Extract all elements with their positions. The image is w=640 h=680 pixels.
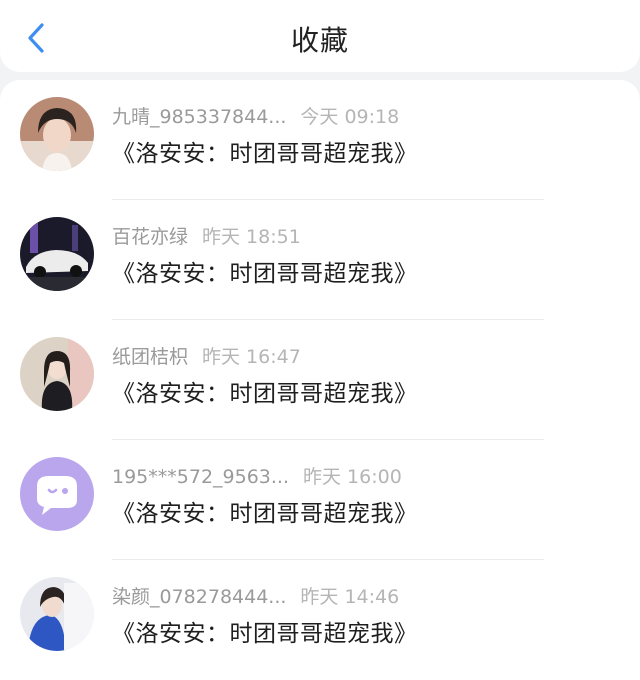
- item-meta: 染颜_078278444... 昨天 14:46: [112, 582, 399, 609]
- winter-photo: [20, 577, 94, 651]
- avatar[interactable]: [20, 577, 94, 651]
- item-meta: 九晴_985337844... 今天 09:18: [112, 102, 399, 129]
- book-title[interactable]: 《洛安安：时团哥哥超宠我》: [112, 254, 418, 288]
- timestamp: 昨天 16:00: [303, 466, 402, 488]
- list-item[interactable]: 195***572_9563... 昨天 16:00 《洛安安：时团哥哥超宠我》: [0, 440, 640, 560]
- top-nav-bar: 收藏: [0, 0, 640, 72]
- timestamp: 昨天 14:46: [300, 586, 400, 608]
- list-item[interactable]: 纸团桔枳 昨天 16:47 《洛安安：时团哥哥超宠我》: [0, 320, 640, 440]
- avatar[interactable]: [20, 337, 94, 411]
- default-chat-avatar-icon: [20, 457, 94, 531]
- user-name[interactable]: 纸团桔枳: [112, 346, 188, 368]
- timestamp: 昨天 18:51: [202, 226, 301, 248]
- timestamp: 今天 09:18: [300, 106, 400, 128]
- book-title[interactable]: 《洛安安：时团哥哥超宠我》: [112, 374, 418, 408]
- list-item[interactable]: 九晴_985337844... 今天 09:18 《洛安安：时团哥哥超宠我》: [0, 80, 640, 200]
- car-photo: [20, 217, 94, 291]
- avatar[interactable]: [20, 217, 94, 291]
- list-item[interactable]: 染颜_078278444... 昨天 14:46 《洛安安：时团哥哥超宠我》: [0, 560, 640, 680]
- book-title[interactable]: 《洛安安：时团哥哥超宠我》: [112, 494, 418, 528]
- page-title: 收藏: [290, 24, 349, 57]
- list-item[interactable]: 百花亦绿 昨天 18:51 《洛安安：时团哥哥超宠我》: [0, 200, 640, 320]
- user-name[interactable]: 九晴_985337844...: [112, 106, 286, 128]
- item-meta: 195***572_9563... 昨天 16:00: [112, 462, 402, 489]
- girl-photo: [20, 337, 94, 411]
- book-title[interactable]: 《洛安安：时团哥哥超宠我》: [112, 134, 418, 168]
- portrait-photo: [20, 97, 94, 171]
- book-title[interactable]: 《洛安安：时团哥哥超宠我》: [112, 614, 418, 648]
- item-meta: 百花亦绿 昨天 18:51: [112, 222, 301, 249]
- favorites-list: 九晴_985337844... 今天 09:18 《洛安安：时团哥哥超宠我》 百花…: [0, 80, 640, 680]
- item-meta: 纸团桔枳 昨天 16:47: [112, 342, 301, 369]
- avatar[interactable]: [20, 97, 94, 171]
- user-name[interactable]: 195***572_9563...: [112, 466, 289, 488]
- avatar[interactable]: [20, 457, 94, 531]
- timestamp: 昨天 16:47: [202, 346, 301, 368]
- user-name[interactable]: 百花亦绿: [112, 226, 188, 248]
- user-name[interactable]: 染颜_078278444...: [112, 586, 286, 608]
